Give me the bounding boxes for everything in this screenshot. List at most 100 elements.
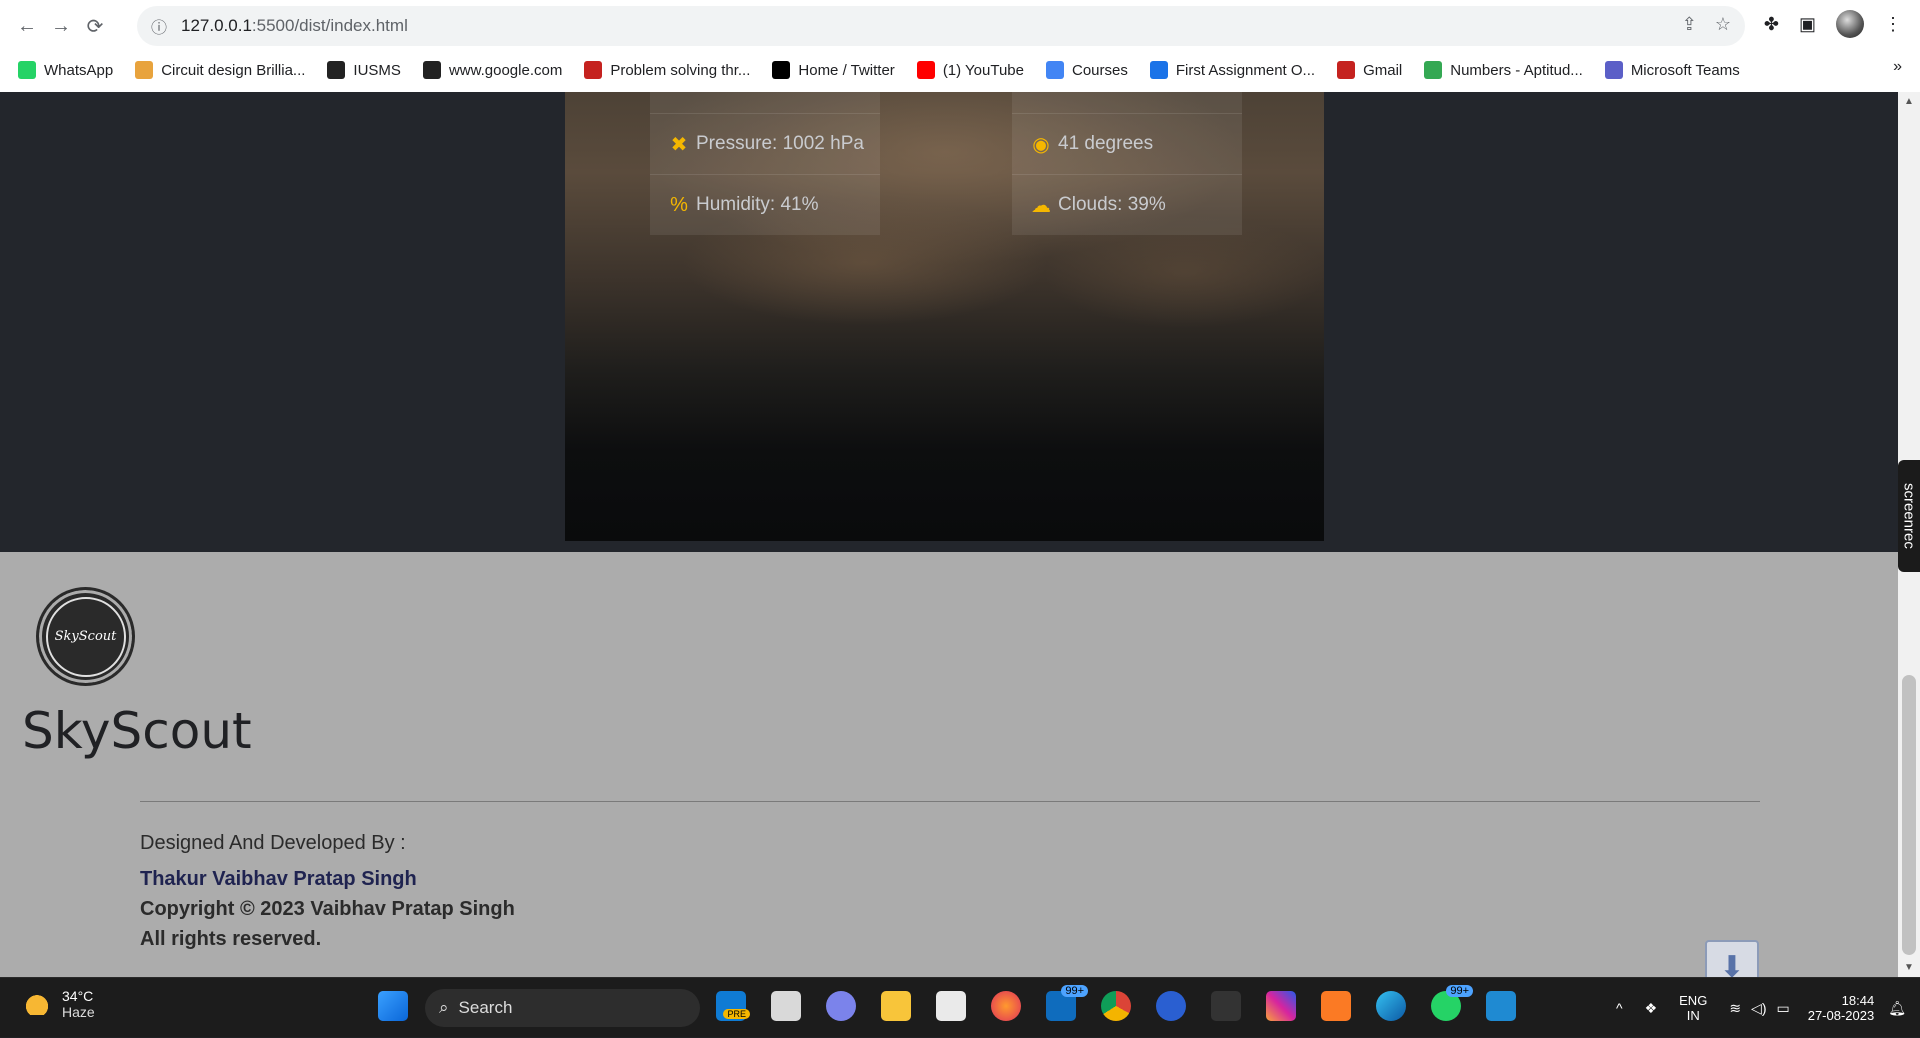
taskbar-condition: Haze [62,1004,95,1020]
weather-stat-text: Clouds: 39% [1058,194,1166,215]
address-bar[interactable]: ⓘ 127.0.0.1:5500/dist/index.html ⇪ ☆ [137,6,1745,46]
footer: SkyScout SkyScout Designed And Developed… [0,552,1898,977]
teams-chat-icon[interactable] [826,991,856,1021]
bookmark-label: IUSMS [353,61,401,79]
volume-icon[interactable]: ◁) [1751,1000,1766,1017]
haze-icon [22,993,52,1015]
windows-taskbar: 34°C Haze ⌕ Search PRE 99+ 99+ ^ ❖ ENG I… [0,977,1920,1037]
bookmark-item[interactable]: Gmail [1337,61,1402,79]
reload-icon[interactable]: ⟳ [78,9,112,43]
bookmark-favicon-icon [584,61,603,79]
weather-stat-row: ☁ Clouds [650,92,880,113]
bookmark-item[interactable]: www.google.com [422,61,562,79]
extensions-icon[interactable]: ✤ [1764,14,1779,35]
language-indicator[interactable]: ENG IN [1679,993,1707,1023]
file-explorer-icon[interactable] [881,991,911,1021]
pressure-icon: ✖ [670,133,688,156]
scroll-down-icon[interactable]: ▼ [1904,962,1914,973]
bookmark-label: Numbers - Aptitud... [1450,61,1583,79]
whatsapp-icon[interactable]: 99+ [1431,985,1473,1021]
bookmark-label: First Assignment O... [1175,61,1316,79]
rights-text: All rights reserved. [140,928,322,950]
screenrec-tab[interactable]: screenrec [1898,460,1920,572]
bookmarks-more-icon[interactable]: » [1893,58,1902,76]
weather-widget[interactable]: 34°C Haze [22,988,95,1020]
footer-divider [140,801,1760,802]
bookmark-favicon-icon [772,61,791,79]
pre-badge: PRE [723,1009,750,1019]
menu-icon[interactable]: ⋮ [1884,14,1902,35]
chevron-up-icon[interactable]: ^ [1616,1000,1623,1016]
bookmark-favicon-icon [1424,61,1443,79]
copyright-text: Copyright © 2023 Vaibhav Pratap Singh [140,898,515,920]
scrollbar-thumb[interactable] [1902,675,1916,955]
bookmark-item[interactable]: Numbers - Aptitud... [1424,61,1583,79]
edge-dev-icon[interactable]: PRE [716,991,750,1021]
dropbox-icon[interactable]: ❖ [1645,1000,1658,1017]
bookmark-item[interactable]: Circuit design Brillia... [135,61,305,79]
bookmarks-bar: WhatsApp Circuit design Brillia... IUSMS ww… [0,54,1920,86]
weather-stat-text: Pressure: 1002 hPa [696,133,864,154]
weather-stat-text: 41 degrees [1058,133,1154,154]
weather-section: ☁ Clouds ✖ Pressure: 1002 hPa% Humidity: 41%… [0,92,1898,552]
share-icon[interactable]: ⇪ [1682,14,1697,35]
browser-chrome: ← → ⟳ ⓘ 127.0.0.1:5500/dist/index.html ⇪… [0,0,1920,92]
compass-icon: ◉ [1032,133,1050,156]
bookmark-item[interactable]: Courses [1046,61,1128,79]
weather-stat-row: ☁ Clouds: 39% [1012,174,1242,235]
weather-hero-image: ☁ Clouds ✖ Pressure: 1002 hPa% Humidity: 41%… [565,92,1324,541]
wifi-icon[interactable]: ≋ [1729,1000,1741,1017]
url-path: :5500/dist/index.html [251,16,408,35]
weather-stat-row: ◉ 41 degrees [1012,113,1242,174]
store-icon[interactable] [936,991,966,1021]
webex-icon[interactable] [1156,991,1186,1021]
wind-icon: ≈ [1030,92,1052,95]
bookmark-item[interactable]: Microsoft Teams [1604,61,1740,79]
bookmark-item[interactable]: (1) YouTube [916,61,1024,79]
bookmark-item[interactable]: IUSMS [327,61,401,79]
vscode-icon[interactable] [1486,991,1516,1021]
bookmark-label: Problem solving thr... [610,61,751,79]
footer-brand: SkyScout [22,702,252,760]
bookmark-favicon-icon [1604,61,1623,79]
clock-time: 18:44 [1841,993,1875,1008]
side-panel-icon[interactable]: ▣ [1799,14,1816,35]
battery-icon[interactable]: ▭ [1776,1000,1789,1017]
site-info-icon[interactable]: ⓘ [151,14,167,38]
bookmark-item[interactable]: First Assignment O... [1149,61,1316,79]
task-view-icon[interactable] [771,991,801,1021]
scroll-button[interactable]: ⬇ [1705,940,1759,977]
skyscout-logo: SkyScout [36,587,135,686]
system-tray: ^ ❖ ENG IN ≋ ◁) ▭ 18:44 27-08-2023 🔔︎ [1616,978,1920,1038]
bookmark-label: Gmail [1363,61,1403,79]
bookmark-item[interactable]: Problem solving thr... [584,61,750,79]
bookmark-item[interactable]: Home / Twitter [772,61,895,79]
bookmark-label: (1) YouTube [942,61,1024,79]
notification-badge: 99+ [1446,985,1473,997]
windows-start-icon[interactable] [378,991,408,1021]
forward-icon[interactable]: → [44,9,78,43]
outlook-icon[interactable]: 99+ [1046,985,1088,1021]
scroll-up-icon[interactable]: ▲ [1904,96,1914,107]
firefox-icon[interactable] [991,991,1021,1021]
chrome-icon[interactable] [1101,991,1131,1021]
profile-avatar[interactable] [1836,10,1864,38]
logo-text: SkyScout [45,596,126,677]
bookmark-item[interactable]: WhatsApp [18,61,113,79]
clock-date: 27-08-2023 [1807,1008,1875,1023]
url-text[interactable]: 127.0.0.1:5500/dist/index.html [181,16,408,36]
bookmark-label: WhatsApp [44,61,114,79]
clock[interactable]: 18:44 27-08-2023 [1808,993,1875,1023]
author-name: Thakur Vaibhav Pratap Singh [140,868,417,890]
browser-toolbar: ← → ⟳ ⓘ 127.0.0.1:5500/dist/index.html ⇪… [0,0,1920,52]
taskbar-search[interactable]: ⌕ Search [425,989,700,1027]
bookmark-star-icon[interactable]: ☆ [1715,14,1731,35]
notification-bell-icon[interactable]: 🔔︎ [1888,1000,1906,1017]
instagram-icon[interactable] [1266,991,1296,1021]
xampp-icon[interactable] [1321,991,1351,1021]
bookmark-favicon-icon [18,61,36,79]
back-icon[interactable]: ← [10,9,44,43]
weather-stat-text: Humidity: 41% [696,194,819,215]
edge-icon[interactable] [1376,991,1406,1021]
p-app-icon[interactable] [1211,991,1241,1021]
